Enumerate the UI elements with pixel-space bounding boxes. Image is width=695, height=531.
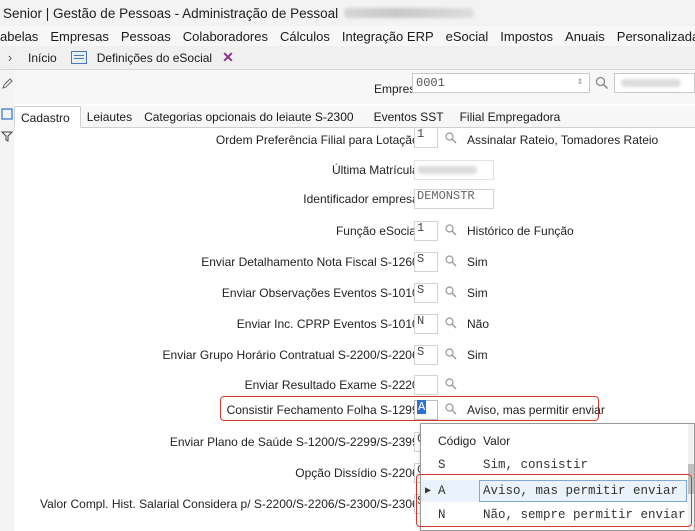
field-label: Enviar Inc. CPRP Eventos S-1010:	[236, 317, 422, 331]
field-value-input[interactable]: 1	[414, 128, 438, 148]
left-toolbar	[0, 70, 14, 531]
field-value-input[interactable]: S	[414, 252, 438, 272]
search-icon[interactable]	[444, 223, 458, 237]
field-value-input[interactable]: 1	[414, 221, 438, 241]
search-icon[interactable]	[444, 347, 458, 361]
consistir-fechamento-input[interactable]: A	[414, 400, 438, 420]
field-label: Identificador empresa:	[303, 192, 422, 206]
menu-tabelas[interactable]: abelas	[0, 29, 42, 44]
tab-categorias-opcionais[interactable]: Categorias opcionais do leiaute S-2300	[138, 107, 359, 127]
field-description: Assinalar Rateio, Tomadores Rateio	[467, 133, 659, 147]
tab-filial-empregadora[interactable]: Filial Empregadora	[454, 107, 567, 127]
redacted-text	[621, 79, 681, 87]
menu-anuais[interactable]: Anuais	[561, 29, 609, 44]
column-header-valor: Valor	[483, 434, 511, 448]
filter-icon[interactable]	[1, 130, 13, 142]
field-label: Enviar Detalhamento Nota Fiscal S-1260:	[201, 255, 422, 269]
tab-inicio[interactable]: Início	[20, 46, 65, 69]
menu-esocial[interactable]: eSocial	[442, 29, 493, 44]
option-code: S	[438, 458, 446, 472]
search-icon[interactable]	[444, 285, 458, 299]
field-label: Valor Compl. Hist. Salarial Considera p/…	[40, 497, 422, 511]
document-icon[interactable]	[1, 108, 13, 120]
window-title: Senior | Gestão de Pessoas - Administraç…	[3, 5, 339, 21]
sort-arrows-icon[interactable]: ⇕	[577, 74, 583, 92]
field-value-input[interactable]: S	[414, 283, 438, 303]
field-label: Enviar Plano de Saúde S-1200/S-2299/S-23…	[169, 435, 422, 449]
tab-eventos-sst[interactable]: Eventos SST	[368, 107, 450, 127]
empresa-row: Empresa: 0001 ⇕	[14, 70, 695, 104]
menu-impostos[interactable]: Impostos	[496, 29, 557, 44]
search-icon[interactable]	[444, 402, 458, 416]
search-icon[interactable]	[444, 131, 458, 145]
document-tab-strip: › Início Definições do eSocial ✕	[0, 46, 695, 70]
field-row-funcao-esocial: Função eSocial: 1 Histórico de Função	[14, 220, 695, 242]
field-label: Enviar Grupo Horário Contratual S-2200/S…	[162, 348, 422, 362]
empresa-value: 0001	[416, 76, 445, 90]
empresa-input[interactable]: 0001 ⇕	[412, 73, 590, 93]
field-label: Ordem Preferência Filial para Lotação:	[215, 133, 422, 147]
dropdown-option[interactable]: S Sim, consistir	[421, 454, 689, 476]
field-label: Função eSocial:	[335, 224, 422, 238]
pencil-icon[interactable]	[1, 78, 13, 90]
empresa-name-field	[614, 73, 695, 93]
menu-bar: abelas Empresas Pessoas Colaboradores Cá…	[0, 26, 695, 46]
menu-integracao-erp[interactable]: Integração ERP	[338, 29, 438, 44]
field-row-consistir-fechamento: Consistir Fechamento Folha S-1299: A Avi…	[14, 399, 695, 421]
field-label: Enviar Resultado Exame S-2220:	[244, 378, 422, 392]
field-description: Sim	[467, 255, 488, 269]
option-value: Sim, consistir	[483, 458, 589, 472]
form-window-icon	[70, 51, 87, 64]
field-description: Aviso, mas permitir enviar	[467, 403, 605, 417]
close-tab-icon[interactable]: ✕	[222, 49, 234, 66]
selected-value: A	[417, 400, 427, 414]
field-description: Sim	[467, 348, 488, 362]
tab-cadastro[interactable]: Cadastro	[14, 106, 81, 128]
search-icon[interactable]	[594, 75, 610, 91]
field-row-horario-contratual: Enviar Grupo Horário Contratual S-2200/S…	[14, 344, 695, 366]
field-row-detalhamento-nota-fiscal: Enviar Detalhamento Nota Fiscal S-1260: …	[14, 251, 695, 273]
tab-definicoes-esocial[interactable]: Definições do eSocial ✕	[97, 46, 242, 69]
menu-calculos[interactable]: Cálculos	[276, 29, 334, 44]
field-row-inc-cprp: Enviar Inc. CPRP Eventos S-1010: N Não	[14, 313, 695, 335]
search-icon[interactable]	[444, 377, 458, 391]
redacted-text	[417, 166, 477, 174]
field-value-input[interactable]	[414, 375, 438, 395]
field-label: Última Matrícula:	[331, 163, 422, 177]
field-value-input[interactable]: S	[414, 345, 438, 365]
ultima-matricula-input[interactable]	[414, 160, 494, 180]
field-value-input[interactable]: N	[414, 314, 438, 334]
menu-personalizadas[interactable]: Personalizadas	[613, 29, 695, 44]
redacted-text	[344, 8, 475, 18]
highlight-outline	[416, 474, 692, 527]
field-label: Enviar Observações Eventos S-1010:	[221, 286, 422, 300]
field-description: Sim	[467, 286, 488, 300]
dropdown-header: Código Valor	[421, 424, 694, 454]
field-description: Histórico de Função	[467, 224, 574, 238]
identificador-empresa-input[interactable]: DEMONSTR	[414, 189, 494, 209]
window-title-bar: Senior | Gestão de Pessoas - Administraç…	[0, 0, 695, 26]
field-row-ordem-preferencia: Ordem Preferência Filial para Lotação: 1…	[14, 128, 695, 152]
field-row-observacoes-eventos: Enviar Observações Eventos S-1010: S Sim	[14, 282, 695, 304]
menu-pessoas[interactable]: Pessoas	[117, 29, 175, 44]
menu-empresas[interactable]: Empresas	[46, 29, 113, 44]
field-description: Não	[467, 317, 490, 331]
column-header-codigo: Código	[438, 434, 477, 448]
field-row-ultima-matricula: Última Matrícula:	[14, 159, 695, 181]
tab-leiautes[interactable]: Leiautes	[81, 107, 138, 127]
tab-definicoes-esocial-label: Definições do eSocial	[96, 50, 213, 65]
field-row-resultado-exame: Enviar Resultado Exame S-2220:	[14, 374, 695, 396]
chevron-right-icon[interactable]: ›	[0, 50, 20, 65]
search-icon[interactable]	[444, 254, 458, 268]
form-tabs: Cadastro Leiautes Categorias opcionais d…	[14, 106, 695, 128]
field-label: Consistir Fechamento Folha S-1299:	[226, 403, 422, 417]
search-icon[interactable]	[444, 316, 458, 330]
field-label: Opção Dissídio S-2206:	[295, 466, 422, 480]
field-row-identificador-empresa: Identificador empresa: DEMONSTR	[14, 188, 695, 210]
menu-colaboradores[interactable]: Colaboradores	[179, 29, 272, 44]
